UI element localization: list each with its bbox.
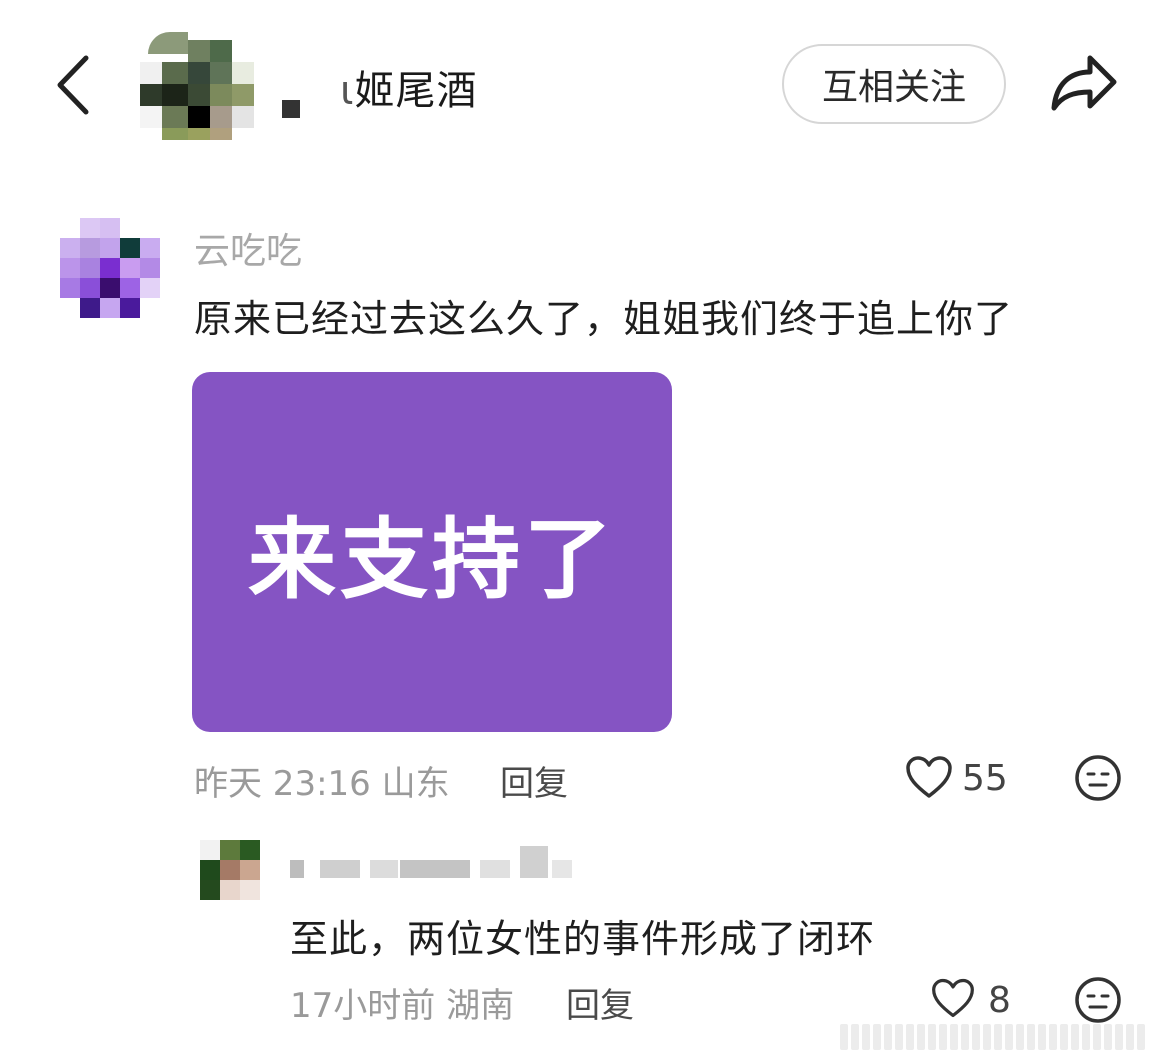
share-icon [1051,55,1117,111]
page-title: ι姬尾酒 [340,58,478,116]
reply-like-count: 8 [988,980,1011,1021]
reply-username-blurred[interactable] [290,842,580,882]
header-name-blur [282,100,300,118]
heart-icon[interactable] [904,754,954,800]
follow-button[interactable]: 互相关注 [782,44,1006,124]
neutral-face-icon[interactable] [1074,976,1122,1024]
chevron-left-icon [57,55,89,115]
commenter-username[interactable]: 云吃吃 [194,222,302,274]
comment-like-count: 55 [962,758,1008,799]
comment-reply-button[interactable]: 回复 [500,756,568,805]
comment-meta: 昨天 23:16 山东 [194,764,450,804]
title-text: 姬尾酒 [354,68,478,114]
reply-avatar[interactable] [200,840,260,900]
back-button[interactable] [50,50,100,120]
heart-icon[interactable] [930,976,976,1020]
watermark-overlay [840,1020,1160,1054]
reply-meta: 17小时前 湖南 [290,986,515,1026]
comment-page: ι姬尾酒 互相关注 云吃吃 原来已经过去这么久了，姐姐我们终于追上你了 来支持了 [0,0,1170,1063]
comment-text: 原来已经过去这么久了，姐姐我们终于追上你了 [194,297,1014,341]
neutral-face-icon[interactable] [1074,754,1122,802]
header-avatar[interactable] [140,32,262,140]
reply-reply-button[interactable]: 回复 [566,978,634,1027]
commenter-avatar[interactable] [60,218,160,320]
comment-sticker-image[interactable]: 来支持了 [192,372,672,732]
title-fragment: ι [340,68,355,114]
sticker-text: 来支持了 [247,507,616,611]
share-button[interactable] [1046,50,1120,116]
reply-text: 至此，两位女性的事件形成了闭环 [290,917,876,961]
